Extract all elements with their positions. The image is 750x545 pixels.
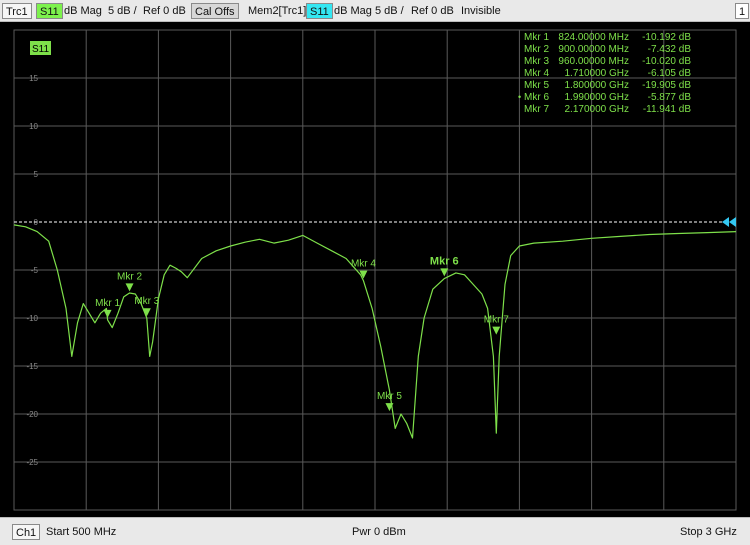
cal-status-label[interactable]: Cal Offs — [191, 3, 239, 19]
marker-readout-frequency: 900.00000 MHz — [558, 44, 629, 55]
marker-readout-value: -10.020 dB — [642, 56, 691, 67]
power-label[interactable]: Pwr 0 dBm — [352, 524, 406, 540]
marker-readout-value: -10.192 dB — [642, 32, 691, 43]
trace-name-label[interactable]: Trc1 — [2, 3, 32, 19]
marker-label: Mkr 3 — [134, 296, 159, 307]
channel-label[interactable]: Ch1 — [12, 524, 41, 540]
memory-trace-label[interactable]: Mem2[Trc1] — [248, 3, 306, 19]
y-tick-label: -10 — [26, 314, 38, 323]
memory-format-label[interactable]: dB Mag — [334, 3, 372, 19]
memory-reference-label[interactable]: Ref 0 dB — [411, 3, 454, 19]
y-tick-label: -5 — [31, 266, 39, 275]
trace-label-badge[interactable]: S11 — [30, 41, 51, 55]
marker-readout-name: Mkr 4 — [524, 68, 549, 79]
marker-readout-value: -5.877 dB — [648, 92, 692, 103]
channel-info-bar: Ch1 Start 500 MHz Pwr 0 dBm Stop 3 GHz — [0, 517, 750, 545]
y-tick-label: 10 — [29, 122, 38, 131]
marker-readout-frequency: 1.710000 GHz — [565, 68, 630, 79]
marker-triangle-icon — [103, 309, 112, 318]
marker-readout-frequency: 824.00000 MHz — [558, 32, 629, 43]
memory-state-label[interactable]: Invisible — [461, 3, 501, 19]
y-tick-label: -15 — [26, 362, 38, 371]
marker-readout-frequency: 1.990000 GHz — [565, 92, 630, 103]
s11-plot[interactable]: 151050-5-10-15-20-25 S11 Mkr 1Mkr 2Mkr 3… — [0, 22, 750, 517]
memory-parameter-label[interactable]: S11 — [306, 3, 333, 19]
marker-readout-value: -11.941 dB — [643, 104, 692, 115]
vna-window: Trc1 S11 dB Mag 5 dB / Ref 0 dB Cal Offs… — [0, 0, 750, 545]
trace-info-bar: Trc1 S11 dB Mag 5 dB / Ref 0 dB Cal Offs… — [0, 0, 750, 22]
marker-readout-name: Mkr 6 — [524, 92, 549, 103]
memory-scale-label[interactable]: 5 dB / — [375, 3, 404, 19]
marker-readout-name: Mkr 1 — [524, 32, 549, 43]
marker-readout-table: Mkr 1 824.00000 MHz -10.192 dB Mkr 2 900.000… — [518, 32, 691, 115]
marker-readout-frequency: 960.00000 MHz — [558, 56, 629, 67]
marker-readout-frequency: 2.170000 GHz — [565, 104, 630, 115]
marker-readout-value: -7.432 dB — [648, 44, 692, 55]
active-marker-dot: • — [518, 92, 521, 102]
marker-readout-frequency: 1.800000 GHz — [565, 80, 630, 91]
marker-label: Mkr 5 — [377, 391, 402, 402]
marker-readout-name: Mkr 7 — [524, 104, 549, 115]
marker-label: Mkr 1 — [95, 298, 120, 309]
parameter-label[interactable]: S11 — [36, 3, 63, 19]
marker-readout-name: Mkr 3 — [524, 56, 549, 67]
scale-label[interactable]: 5 dB / — [108, 3, 137, 19]
marker-readout-name: Mkr 2 — [524, 44, 549, 55]
trace-label-text: S11 — [32, 44, 49, 55]
window-number[interactable]: 1 — [735, 3, 750, 19]
reference-label[interactable]: Ref 0 dB — [143, 3, 186, 19]
marker-readout-value: -19.905 dB — [642, 80, 691, 91]
y-tick-label: -25 — [26, 458, 38, 467]
start-frequency-label[interactable]: Start 500 MHz — [46, 524, 116, 540]
marker-label: Mkr 7 — [484, 315, 509, 326]
marker-label: Mkr 2 — [117, 271, 142, 282]
reference-marker-icon[interactable] — [722, 217, 729, 227]
marker-label: Mkr 6 — [430, 255, 459, 267]
stop-frequency-label[interactable]: Stop 3 GHz — [680, 524, 737, 540]
marker-triangle-icon — [125, 283, 134, 292]
y-tick-label: 5 — [34, 170, 39, 179]
y-tick-label: -20 — [26, 410, 38, 419]
y-tick-label: 15 — [29, 74, 38, 83]
marker-readout-name: Mkr 5 — [524, 80, 549, 91]
marker-readout-value: -6.105 dB — [648, 68, 692, 79]
marker-triangle-icon — [492, 326, 501, 335]
reference-marker-icon[interactable] — [729, 217, 736, 227]
format-label[interactable]: dB Mag — [64, 3, 102, 19]
marker-label: Mkr 4 — [351, 259, 376, 270]
